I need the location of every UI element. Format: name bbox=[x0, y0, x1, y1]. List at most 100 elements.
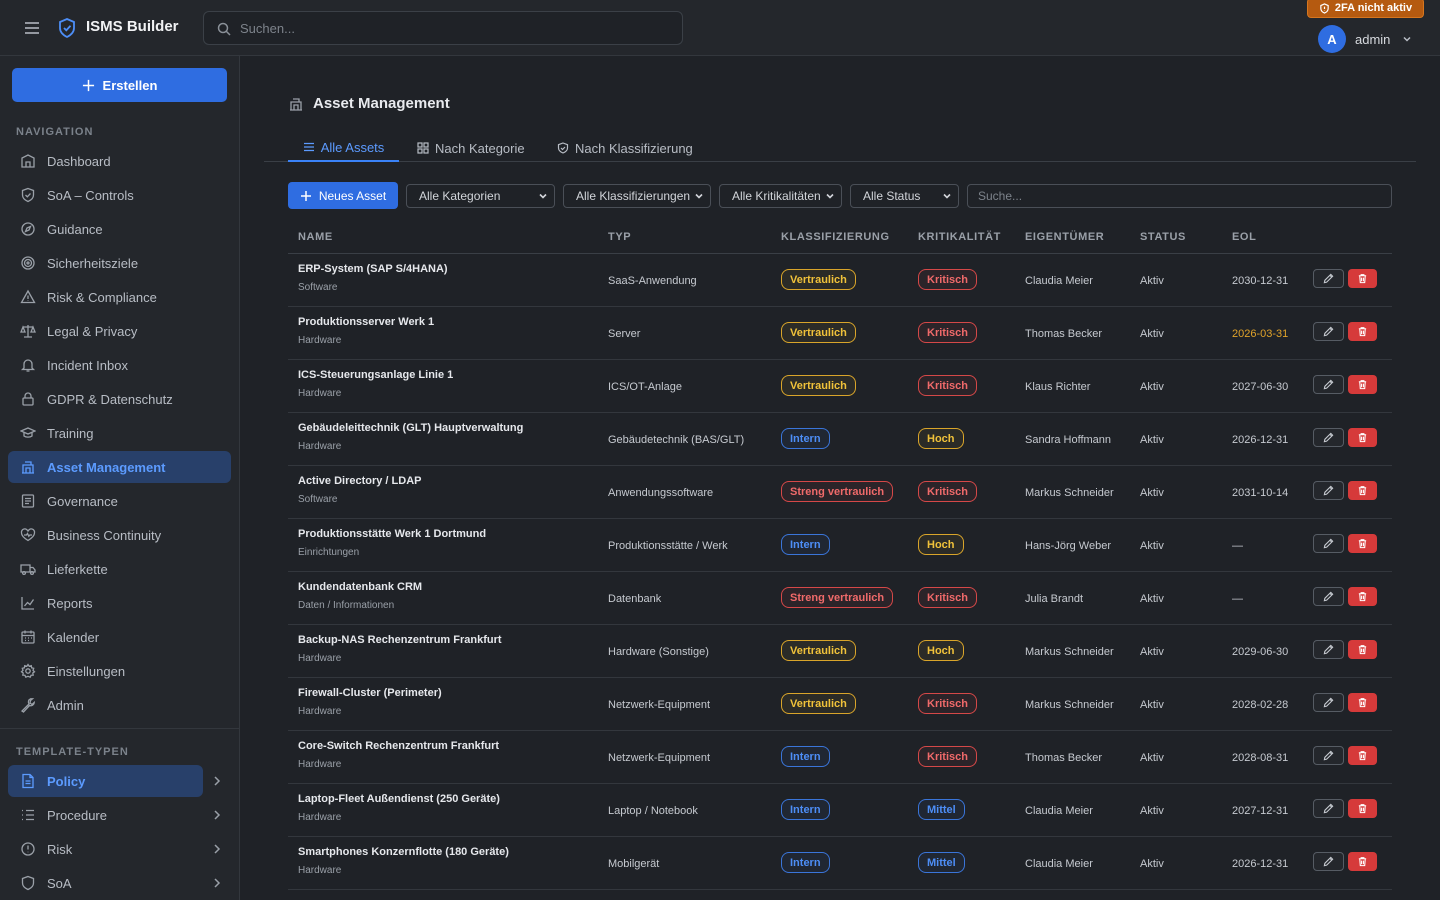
asset-name[interactable]: ERP-System (SAP S/4HANA) bbox=[298, 263, 448, 275]
filter-kritikalitaet[interactable]: Alle Kritikalitäten bbox=[719, 184, 842, 208]
edit-button[interactable] bbox=[1313, 587, 1344, 606]
col-status[interactable]: STATUS bbox=[1140, 231, 1186, 243]
sidebar-item-gdpr[interactable]: GDPR & Datenschutz bbox=[8, 383, 231, 415]
delete-button[interactable] bbox=[1348, 322, 1377, 341]
delete-button[interactable] bbox=[1348, 534, 1377, 553]
table-row[interactable]: Active Directory / LDAP Software Anwendung… bbox=[288, 466, 1392, 519]
edit-button[interactable] bbox=[1313, 481, 1344, 500]
table-row[interactable]: Kundendatenbank CRM Daten / Informationen… bbox=[288, 572, 1392, 625]
filter-kategorie[interactable]: Alle Kategorien bbox=[406, 184, 555, 208]
edit-button[interactable] bbox=[1313, 693, 1344, 712]
sidebar-item-training[interactable]: Training bbox=[8, 417, 231, 449]
col-typ[interactable]: TYP bbox=[608, 231, 631, 243]
asset-name[interactable]: Smartphones Konzernflotte (180 Geräte) bbox=[298, 846, 509, 858]
menu-icon[interactable] bbox=[22, 18, 42, 38]
sidebar-item-kalender[interactable]: Kalender bbox=[8, 621, 231, 653]
edit-button[interactable] bbox=[1313, 534, 1344, 553]
delete-button[interactable] bbox=[1348, 587, 1377, 606]
edit-button[interactable] bbox=[1313, 375, 1344, 394]
sidebar-item-governance[interactable]: Governance bbox=[8, 485, 231, 517]
table-row[interactable]: Laptop-Fleet Außendienst (250 Geräte) Har… bbox=[288, 784, 1392, 837]
sidebar-item-dashboard[interactable]: Dashboard bbox=[8, 145, 231, 177]
asset-search-input[interactable] bbox=[968, 185, 1391, 207]
chevron-right-icon[interactable] bbox=[211, 842, 223, 856]
edit-button[interactable] bbox=[1313, 852, 1344, 871]
col-klassifizierung[interactable]: KLASSIFIZIERUNG bbox=[781, 231, 890, 243]
sidebar-item-sicherheitsziele[interactable]: Sicherheitsziele bbox=[8, 247, 231, 279]
sidebar-item-soa-controls[interactable]: SoA – Controls bbox=[8, 179, 231, 211]
asset-owner: Sandra Hoffmann bbox=[1025, 434, 1112, 446]
edit-button[interactable] bbox=[1313, 322, 1344, 341]
asset-category: Hardware bbox=[298, 706, 342, 717]
asset-name[interactable]: Gebäudeleittechnik (GLT) Hauptverwaltung bbox=[298, 422, 523, 434]
table-row[interactable]: Smartphones Konzernflotte (180 Geräte) Ha… bbox=[288, 837, 1392, 890]
delete-button[interactable] bbox=[1348, 375, 1377, 394]
chevron-right-icon[interactable] bbox=[211, 774, 223, 788]
sidebar-template-procedure[interactable]: Procedure bbox=[8, 799, 203, 831]
edit-button[interactable] bbox=[1313, 799, 1344, 818]
table-row[interactable]: ERP-System (SAP S/4HANA) Software SaaS-Anw… bbox=[288, 254, 1392, 307]
delete-button[interactable] bbox=[1348, 799, 1377, 818]
sidebar-item-incident-inbox[interactable]: Incident Inbox bbox=[8, 349, 231, 381]
sidebar-item-admin[interactable]: Admin bbox=[8, 689, 231, 721]
delete-button[interactable] bbox=[1348, 746, 1377, 765]
table-row[interactable]: Produktionsstätte Werk 1 Dortmund Einrich… bbox=[288, 519, 1392, 572]
table-row[interactable]: ICS-Steuerungsanlage Linie 1 Hardware ICS/… bbox=[288, 360, 1392, 413]
asset-name[interactable]: Firewall-Cluster (Perimeter) bbox=[298, 687, 442, 699]
tab-alle-assets[interactable]: Alle Assets bbox=[288, 134, 399, 162]
col-name[interactable]: NAME bbox=[298, 231, 333, 243]
filter-klassifizierung[interactable]: Alle Klassifizierungen bbox=[563, 184, 711, 208]
table-row[interactable]: Gebäudeleittechnik (GLT) Hauptverwaltung… bbox=[288, 413, 1392, 466]
delete-button[interactable] bbox=[1348, 693, 1377, 712]
asset-name[interactable]: Produktionsstätte Werk 1 Dortmund bbox=[298, 528, 486, 540]
search-input[interactable] bbox=[240, 18, 660, 38]
edit-button[interactable] bbox=[1313, 269, 1344, 288]
user-menu[interactable]: A admin bbox=[1318, 24, 1413, 54]
asset-name[interactable]: ICS-Steuerungsanlage Linie 1 bbox=[298, 369, 453, 381]
chevron-right-icon[interactable] bbox=[211, 808, 223, 822]
asset-name[interactable]: Core-Switch Rechenzentrum Frankfurt bbox=[298, 740, 499, 752]
delete-button[interactable] bbox=[1348, 852, 1377, 871]
delete-button[interactable] bbox=[1348, 481, 1377, 500]
top-bar: ISMS Builder 2FA nicht aktiv A admin bbox=[0, 0, 1440, 56]
col-kritikalitaet[interactable]: KRITIKALITÄT bbox=[918, 231, 1001, 243]
sidebar-template-risk[interactable]: Risk bbox=[8, 833, 203, 865]
tab-nach-kategorie[interactable]: Nach Kategorie bbox=[417, 134, 525, 162]
sidebar-item-guidance[interactable]: Guidance bbox=[8, 213, 231, 245]
asset-search[interactable] bbox=[967, 184, 1392, 208]
sidebar-item-asset-management[interactable]: Asset Management bbox=[8, 451, 231, 483]
asset-name[interactable]: Laptop-Fleet Außendienst (250 Geräte) bbox=[298, 793, 500, 805]
app-title[interactable]: ISMS Builder bbox=[86, 18, 179, 35]
delete-button[interactable] bbox=[1348, 640, 1377, 659]
asset-name[interactable]: Kundendatenbank CRM bbox=[298, 581, 422, 593]
asset-name[interactable]: Backup-NAS Rechenzentrum Frankfurt bbox=[298, 634, 502, 646]
sidebar-template-soa[interactable]: SoA bbox=[8, 867, 203, 899]
col-eigentuemer[interactable]: EIGENTÜMER bbox=[1025, 231, 1104, 243]
create-button[interactable]: Erstellen bbox=[12, 68, 227, 102]
table-row[interactable]: Core-Switch Rechenzentrum Frankfurt Hardw… bbox=[288, 731, 1392, 784]
edit-button[interactable] bbox=[1313, 428, 1344, 447]
delete-button[interactable] bbox=[1348, 428, 1377, 447]
table-row[interactable]: Backup-NAS Rechenzentrum Frankfurt Hardwa… bbox=[288, 625, 1392, 678]
sidebar-item-risk-compliance[interactable]: Risk & Compliance bbox=[8, 281, 231, 313]
sidebar-item-lieferkette[interactable]: Lieferkette bbox=[8, 553, 231, 585]
sidebar-template-policy[interactable]: Policy bbox=[8, 765, 203, 797]
twofa-warning-badge[interactable]: 2FA nicht aktiv bbox=[1307, 0, 1424, 18]
sidebar-item-legal-privacy[interactable]: Legal & Privacy bbox=[8, 315, 231, 347]
asset-name[interactable]: Produktionsserver Werk 1 bbox=[298, 316, 434, 328]
asset-name[interactable]: Active Directory / LDAP bbox=[298, 475, 421, 487]
table-row[interactable]: Firewall-Cluster (Perimeter) Hardware Netz… bbox=[288, 678, 1392, 731]
chevron-right-icon[interactable] bbox=[211, 876, 223, 890]
tab-nach-klassifizierung[interactable]: Nach Klassifizierung bbox=[557, 134, 693, 162]
edit-button[interactable] bbox=[1313, 640, 1344, 659]
col-eol[interactable]: EOL bbox=[1232, 231, 1256, 243]
table-row[interactable]: Produktionsserver Werk 1 Hardware Server Ve… bbox=[288, 307, 1392, 360]
sidebar-item-business-continuity[interactable]: Business Continuity bbox=[8, 519, 231, 551]
sidebar-item-reports[interactable]: Reports bbox=[8, 587, 231, 619]
global-search[interactable] bbox=[203, 11, 683, 45]
delete-button[interactable] bbox=[1348, 269, 1377, 288]
new-asset-button[interactable]: Neues Asset bbox=[288, 182, 398, 209]
filter-status[interactable]: Alle Status bbox=[850, 184, 959, 208]
edit-button[interactable] bbox=[1313, 746, 1344, 765]
sidebar-item-einstellungen[interactable]: Einstellungen bbox=[8, 655, 231, 687]
